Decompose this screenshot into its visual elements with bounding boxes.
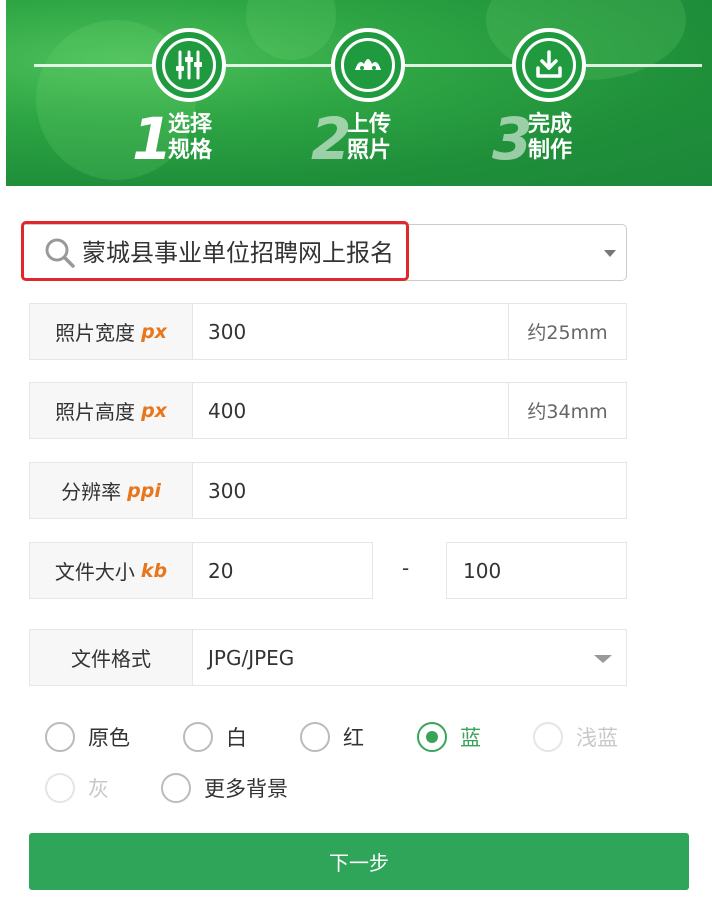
step-1-label: 选择 规格 (168, 112, 213, 163)
bg-option-blue[interactable]: 蓝 (417, 722, 481, 752)
next-button[interactable]: 下一步 (29, 833, 689, 890)
search-icon (45, 238, 75, 268)
step-1-number: 1 (132, 105, 173, 173)
radio-circle[interactable] (533, 722, 563, 752)
bg-option-gray[interactable]: 灰 (45, 773, 109, 803)
bg-option-more[interactable]: 更多背景 (161, 773, 288, 803)
filesize-min-input[interactable]: 20 (208, 543, 233, 598)
photo-height-row: 照片高度 px 400 约34mm (29, 382, 627, 439)
step-1-badge (152, 28, 226, 102)
radio-circle[interactable] (45, 722, 75, 752)
steps-banner: 1 选择 规格 2 上传 照片 3 完成 制作 (6, 0, 712, 186)
step-3-label: 完成 制作 (528, 112, 573, 163)
filesize-row: 文件大小 kb 20 - 100 (29, 542, 627, 599)
resolution-label: 分辨率 ppi (30, 463, 193, 518)
photo-width-mm: 约25mm (508, 304, 626, 359)
file-format-select[interactable]: JPG/JPEG (208, 630, 294, 685)
download-icon (536, 50, 562, 78)
radio-circle[interactable] (183, 722, 213, 752)
filesize-separator: - (402, 556, 410, 580)
photo-height-input[interactable]: 400 (208, 383, 246, 438)
photo-width-label: 照片宽度 px (30, 304, 193, 359)
file-format-row[interactable]: 文件格式 JPG/JPEG (29, 629, 627, 686)
photo-width-row: 照片宽度 px 300 约25mm (29, 303, 627, 360)
bg-option-original[interactable]: 原色 (45, 722, 130, 752)
filesize-max-input[interactable]: 100 (446, 542, 627, 599)
photo-height-mm: 约34mm (508, 383, 626, 438)
photo-height-label: 照片高度 px (30, 383, 193, 438)
filesize-label: 文件大小 kb (30, 543, 193, 598)
sliders-icon (176, 50, 202, 80)
step-3-badge (512, 28, 586, 102)
bg-option-red[interactable]: 红 (300, 722, 364, 752)
step-3-number: 3 (492, 105, 533, 173)
bg-option-white[interactable]: 白 (183, 722, 247, 752)
radio-circle[interactable] (417, 722, 447, 752)
resolution-row: 分辨率 ppi 300 (29, 462, 627, 519)
radio-circle[interactable] (300, 722, 330, 752)
step-2: 2 上传 照片 (311, 28, 431, 178)
step-3: 3 完成 制作 (492, 28, 612, 178)
file-format-label: 文件格式 (30, 630, 193, 685)
radio-circle[interactable] (161, 773, 191, 803)
photo-width-input[interactable]: 300 (208, 304, 246, 359)
chevron-down-icon[interactable] (594, 655, 612, 663)
bg-option-light-blue[interactable]: 浅蓝 (533, 722, 618, 752)
chevron-down-icon[interactable] (604, 250, 616, 257)
photo-upload-icon (355, 59, 381, 70)
step-2-badge (331, 28, 405, 102)
radio-circle[interactable] (45, 773, 75, 803)
step-2-label: 上传 照片 (347, 112, 392, 163)
resolution-input[interactable]: 300 (208, 463, 246, 518)
spec-search-value[interactable]: 蒙城县事业单位招聘网上报名 (82, 236, 394, 270)
step-1: 1 选择 规格 (132, 28, 252, 178)
step-2-number: 2 (311, 105, 352, 173)
